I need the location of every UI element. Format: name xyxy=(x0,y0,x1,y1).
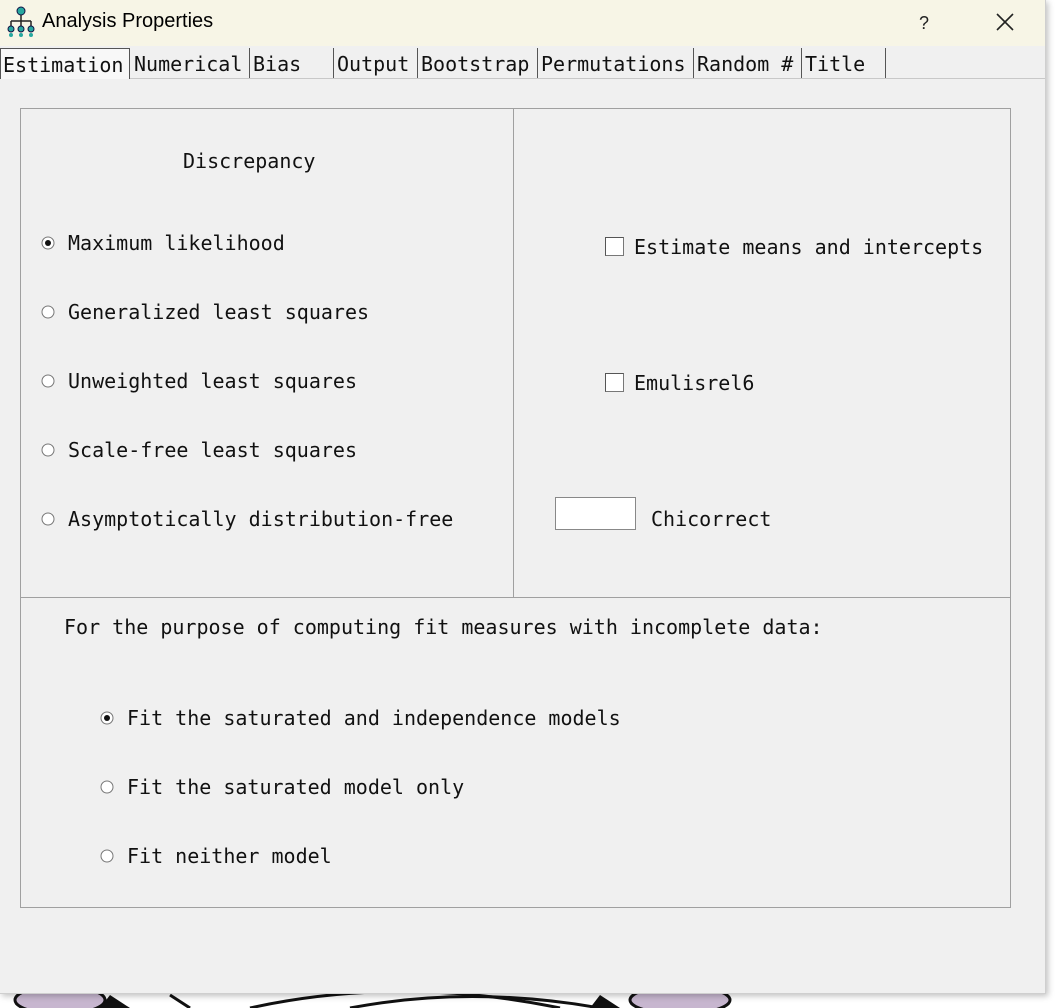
tab-permutations[interactable]: Permutations xyxy=(538,48,694,78)
tab-numerical[interactable]: Numerical xyxy=(131,48,250,78)
radio-asymptotically-distribution-free[interactable] xyxy=(41,512,55,526)
radio-fit-saturated-only[interactable] xyxy=(100,780,114,794)
title-bar: Analysis Properties ? xyxy=(0,0,1045,46)
chicorrect-label: Chicorrect xyxy=(651,507,772,531)
tab-bar: Estimation Numerical Bias Output Bootstr… xyxy=(0,48,1045,79)
scale-free-least-squares-label[interactable]: Scale-free least squares xyxy=(68,438,357,462)
estimate-means-checkbox[interactable] xyxy=(605,237,624,256)
close-icon xyxy=(996,13,1014,31)
tab-bootstrap[interactable]: Bootstrap xyxy=(418,48,538,78)
tab-bias[interactable]: Bias xyxy=(250,48,334,78)
radio-scale-free-least-squares[interactable] xyxy=(41,443,55,457)
help-button[interactable]: ? xyxy=(904,6,944,40)
tab-random[interactable]: Random # xyxy=(694,48,802,78)
app-icon xyxy=(7,6,35,37)
chicorrect-input[interactable] xyxy=(555,497,636,530)
discrepancy-heading: Discrepancy xyxy=(183,149,316,173)
asymptotically-distribution-free-label[interactable]: Asymptotically distribution-free xyxy=(68,507,453,531)
tab-output[interactable]: Output xyxy=(334,48,418,78)
radio-fit-saturated-and-independence[interactable] xyxy=(100,711,114,725)
generalized-least-squares-label[interactable]: Generalized least squares xyxy=(68,300,369,324)
fit-saturated-and-independence-label[interactable]: Fit the saturated and independence model… xyxy=(127,706,621,730)
radio-fit-neither[interactable] xyxy=(100,849,114,863)
maximum-likelihood-label[interactable]: Maximum likelihood xyxy=(68,231,285,255)
fit-saturated-only-label[interactable]: Fit the saturated model only xyxy=(127,775,464,799)
tab-estimation[interactable]: Estimation xyxy=(0,48,130,79)
close-button[interactable] xyxy=(980,4,1030,40)
radio-generalized-least-squares[interactable] xyxy=(41,305,55,319)
analysis-properties-dialog: Analysis Properties ? Estimation Numeric… xyxy=(0,0,1046,994)
emulisrel6-checkbox[interactable] xyxy=(605,373,624,392)
estimate-means-label[interactable]: Estimate means and intercepts xyxy=(634,235,983,259)
window-title: Analysis Properties xyxy=(42,10,214,32)
incomplete-data-heading: For the purpose of computing fit measure… xyxy=(64,615,823,639)
tab-title[interactable]: Title xyxy=(802,48,886,78)
fit-neither-label[interactable]: Fit neither model xyxy=(127,844,332,868)
radio-maximum-likelihood[interactable] xyxy=(41,236,55,250)
radio-unweighted-least-squares[interactable] xyxy=(41,374,55,388)
unweighted-least-squares-label[interactable]: Unweighted least squares xyxy=(68,369,357,393)
emulisrel6-label[interactable]: Emulisrel6 xyxy=(634,371,754,395)
